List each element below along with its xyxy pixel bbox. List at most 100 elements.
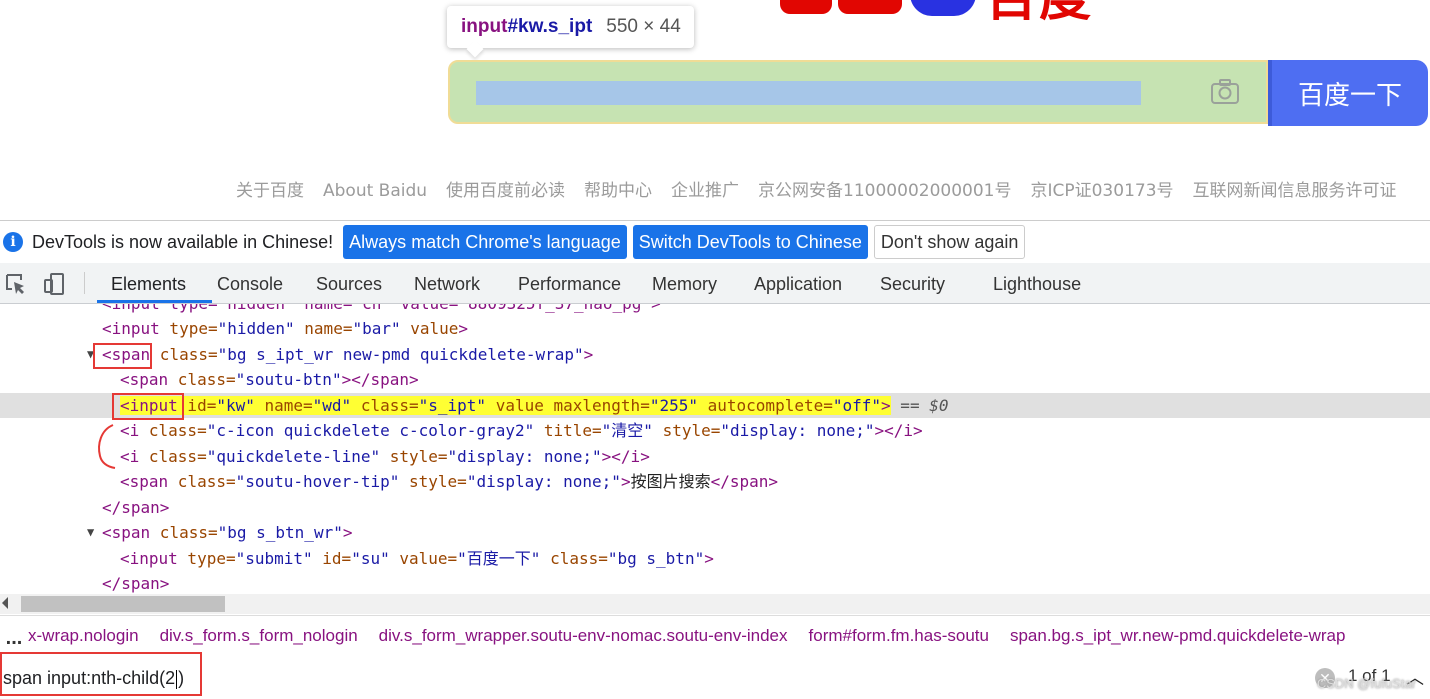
tooltip-size: 550 × 44 [606, 16, 681, 37]
breadcrumb-more[interactable]: ... [0, 627, 28, 650]
node-value: "soutu-btn" [235, 370, 342, 389]
node-attr: value [400, 319, 459, 338]
baidu-search-button[interactable]: 百度一下 [1268, 60, 1428, 126]
breadcrumb-item[interactable]: form#form.fm.has-soutu [809, 626, 989, 646]
tooltip-selector: #kw.s_ipt [507, 16, 593, 37]
node-attr: type= [159, 319, 218, 338]
breadcrumb-item[interactable]: x-wrap.nologin [28, 626, 139, 646]
annotation-box-span [93, 343, 152, 369]
node-attr: class= [168, 370, 236, 389]
dom-node-line[interactable]: <span class="bg s_ipt_wr new-pmd quickde… [0, 342, 1430, 367]
footer-link[interactable]: About Baidu [323, 181, 427, 201]
dom-node-line-selected[interactable]: <input id="kw" name="wd" class="s_ipt" v… [0, 393, 1430, 418]
node-attr: type= [177, 549, 236, 568]
node-value: "display: none;" [466, 472, 621, 491]
node-value: "hidden" [217, 319, 295, 338]
dont-show-again-button[interactable]: Don't show again [873, 225, 1026, 259]
node-value: "百度一下" [457, 549, 541, 568]
tab-application[interactable]: Application [754, 263, 842, 303]
devtools-panel: i DevTools is now available in Chinese! … [0, 220, 1430, 699]
dom-node-line[interactable]: <i class="quickdelete-line" style="displ… [0, 444, 1430, 469]
device-toolbar-icon[interactable] [42, 272, 66, 296]
scrollbar-thumb[interactable] [21, 596, 225, 612]
breadcrumb-item[interactable]: span.bg.s_ipt_wr.new-pmd.quickdelete-wra… [1010, 626, 1345, 646]
node-tag-close: > [881, 396, 891, 415]
search-match-highlight: <input id="kw" name="wd" class="s_ipt" v… [120, 396, 891, 415]
node-tag: <span [102, 523, 151, 542]
watermark: CSDN @fufuStar [1316, 676, 1416, 691]
dom-node-line[interactable]: <i class="c-icon quickdelete c-color-gra… [0, 418, 1430, 443]
tab-lighthouse[interactable]: Lighthouse [993, 263, 1081, 303]
dom-node-line[interactable]: </span> [0, 495, 1430, 520]
footer-link[interactable]: 互联网新闻信息服务许可证 [1193, 181, 1397, 201]
node-value: "soutu-hover-tip" [235, 472, 400, 491]
footer-link[interactable]: 企业推广 [671, 181, 739, 201]
info-icon: i [3, 232, 23, 252]
tab-elements[interactable]: Elements [96, 263, 213, 303]
input-content-highlight [476, 81, 1141, 105]
inspect-element-icon[interactable] [4, 272, 28, 296]
annotation-bracket [98, 424, 116, 469]
node-tag-close: ></i> [601, 447, 650, 466]
dom-node-line[interactable]: <input type="hidden" name="bar" value> [0, 316, 1430, 341]
node-attr: autocomplete= [698, 396, 833, 415]
node-value: "bar" [352, 319, 401, 338]
node-end-tag: </i> [884, 421, 923, 440]
tab-sources[interactable]: Sources [316, 263, 382, 303]
node-value: "display: none;" [447, 447, 602, 466]
node-end-tag: </span> [102, 498, 170, 517]
node-tag-close: > [704, 549, 714, 568]
always-match-language-button[interactable]: Always match Chrome's language [343, 225, 627, 259]
dom-node-line[interactable]: <input type="submit" id="su" value="百度一下… [0, 546, 1430, 571]
dom-node-line[interactable]: <input type="hidden" name="ch" value="88… [0, 304, 1430, 316]
breadcrumb-item[interactable]: div.s_form_wrapper.soutu-env-nomac.soutu… [379, 626, 788, 646]
tab-security[interactable]: Security [880, 263, 945, 303]
node-tag: <i [120, 447, 140, 466]
node-end-tag: </span> [710, 472, 779, 491]
tab-memory[interactable]: Memory [652, 263, 717, 303]
node-attr: style= [652, 421, 721, 440]
switch-to-chinese-button[interactable]: Switch DevTools to Chinese [632, 225, 868, 259]
node-value: "bg s_ipt_wr new-pmd quickdelete-wrap" [217, 345, 584, 364]
tab-network[interactable]: Network [414, 263, 480, 303]
console-ref: $0 [929, 396, 949, 415]
dom-node-line[interactable]: </span> [0, 571, 1430, 594]
camera-icon[interactable] [1210, 79, 1240, 105]
footer-link[interactable]: 关于百度 [236, 181, 304, 201]
node-attr: value= [389, 549, 458, 568]
node-attr: id= [312, 549, 352, 568]
footer-link[interactable]: 使用百度前必读 [446, 181, 565, 201]
tab-console[interactable]: Console [217, 263, 283, 303]
language-infobar: i DevTools is now available in Chinese! … [0, 221, 1430, 263]
breadcrumb: ... x-wrap.nologin div.s_form.s_form_nol… [0, 615, 1430, 657]
console-ref-eq: == [890, 396, 930, 415]
node-tag: <input [102, 319, 160, 338]
node-attr: style= [399, 472, 467, 491]
node-attr: class= [351, 396, 419, 415]
node-attr: name= [294, 319, 353, 338]
dom-node-line[interactable]: <span class="soutu-btn"></span> [0, 367, 1430, 392]
node-value: "s_ipt" [418, 396, 487, 415]
tab-performance[interactable]: Performance [518, 263, 621, 303]
node-tag-close: > [342, 523, 353, 542]
baidu-logo-b [780, 0, 832, 14]
scroll-left-icon[interactable] [2, 597, 8, 609]
node-tag-close: > [583, 345, 594, 364]
dom-node-line[interactable]: <span class="soutu-hover-tip" style="dis… [0, 469, 1430, 494]
node-value: "255" [649, 396, 698, 415]
element-inspect-tooltip: input #kw.s_ipt 550 × 44 [447, 6, 694, 48]
node-attr: class= [139, 447, 207, 466]
search-input[interactable] [448, 60, 1268, 124]
footer-link[interactable]: 帮助中心 [584, 181, 652, 201]
horizontal-scrollbar[interactable] [0, 594, 1430, 614]
breadcrumb-item[interactable]: div.s_form.s_form_nologin [160, 626, 358, 646]
tooltip-tag: input [461, 16, 508, 37]
node-value: "bg s_btn" [607, 549, 705, 568]
footer-link[interactable]: 京公网安备11000002000001号 [758, 181, 1011, 201]
node-value: "display: none;" [720, 421, 875, 440]
dom-node-line[interactable]: <span class="bg s_btn_wr"> [0, 520, 1430, 545]
node-attr: style= [380, 447, 448, 466]
node-attr: title= [534, 421, 602, 440]
footer-link[interactable]: 京ICP证030173号 [1030, 181, 1173, 201]
baidu-logo-ai [838, 0, 902, 14]
